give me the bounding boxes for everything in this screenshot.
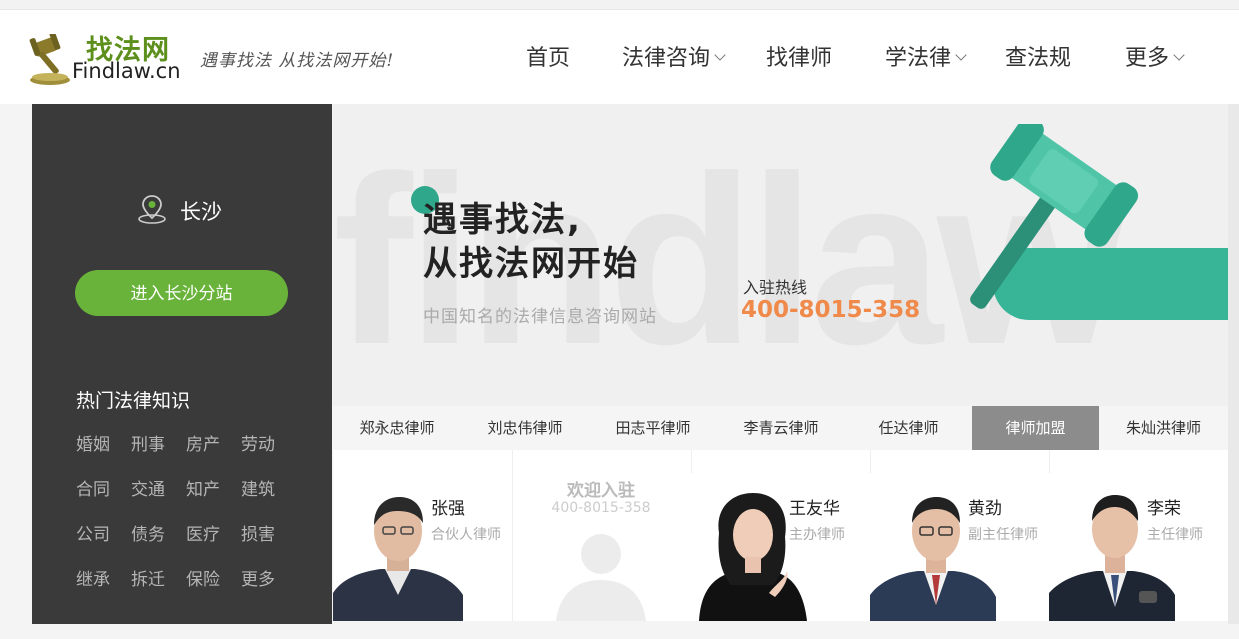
lawyer-card[interactable]: 王友华 主办律师 bbox=[691, 450, 871, 621]
tab-lawyer[interactable]: 郑永忠律师 bbox=[333, 406, 461, 450]
enter-city-site-button[interactable]: 进入长沙分站 bbox=[75, 270, 288, 316]
topic-link[interactable]: 医疗 bbox=[186, 520, 220, 545]
nav-label: 学法律 bbox=[885, 46, 952, 71]
topic-link[interactable]: 拆迁 bbox=[131, 565, 165, 590]
topic-more-link[interactable]: 更多 bbox=[241, 565, 275, 590]
lawyer-role: 合伙人律师 bbox=[431, 527, 501, 543]
hotline-number: 400-8015-358 bbox=[741, 297, 921, 323]
tab-lawyer[interactable]: 田志平律师 bbox=[589, 406, 717, 450]
topic-link[interactable]: 保险 bbox=[186, 565, 220, 590]
lawyer-name: 李荣 bbox=[1147, 499, 1181, 519]
logo-english-text: Findlaw.cn bbox=[72, 59, 181, 83]
nav-find-lawyer[interactable]: 找律师 bbox=[766, 40, 832, 72]
site-header: 找法网 Findlaw.cn 遇事找法 从找法网开始! 首页 法律咨询 找律师 … bbox=[0, 10, 1239, 104]
topic-link[interactable]: 交通 bbox=[131, 475, 165, 500]
banner-headline-1: 遇事找法, bbox=[423, 200, 582, 240]
tab-lawyer[interactable]: 李青云律师 bbox=[717, 406, 845, 450]
welcome-join-card[interactable]: 欢迎入驻 400-8015-358 bbox=[512, 450, 692, 621]
hot-topics-title: 热门法律知识 bbox=[76, 390, 191, 412]
nav-label: 更多 bbox=[1125, 46, 1170, 71]
chevron-down-icon bbox=[714, 49, 726, 61]
banner-headline-2: 从找法网开始 bbox=[423, 244, 639, 284]
site-logo[interactable]: 找法网 Findlaw.cn bbox=[28, 28, 188, 94]
lawyer-cards: 张强 合伙人律师 欢迎入驻 400-8015-358 王友华 主办律师 黄劲 副… bbox=[333, 450, 1228, 621]
topic-link[interactable]: 损害 bbox=[241, 520, 275, 545]
lawyer-card[interactable]: 黄劲 副主任律师 bbox=[870, 450, 1050, 621]
nav-more[interactable]: 更多 bbox=[1125, 40, 1185, 72]
lawyer-card[interactable]: 张强 合伙人律师 bbox=[333, 450, 513, 621]
topic-link[interactable]: 婚姻 bbox=[76, 430, 110, 455]
nav-label: 查法规 bbox=[1005, 46, 1072, 71]
tab-lawyer[interactable]: 朱灿洪律师 bbox=[1099, 406, 1228, 450]
topic-link[interactable]: 劳动 bbox=[241, 430, 275, 455]
placeholder-person-icon bbox=[556, 534, 646, 621]
tab-join-lawyer[interactable]: 律师加盟 bbox=[972, 406, 1099, 450]
welcome-phone: 400-8015-358 bbox=[551, 500, 651, 516]
tab-lawyer[interactable]: 刘忠伟律师 bbox=[461, 406, 589, 450]
topic-link[interactable]: 刑事 bbox=[131, 430, 165, 455]
nav-label: 首页 bbox=[526, 46, 571, 71]
city-sidebar: 长沙 进入长沙分站 热门法律知识 婚姻 刑事 房产 劳动 合同 交通 知产 建筑… bbox=[32, 104, 332, 624]
bottom-strip bbox=[0, 624, 1239, 639]
chevron-down-icon bbox=[955, 49, 967, 61]
tab-lawyer[interactable]: 任达律师 bbox=[845, 406, 972, 450]
topic-link[interactable]: 公司 bbox=[76, 520, 110, 545]
header-slogan: 遇事找法 从找法网开始! bbox=[200, 51, 395, 71]
hotline-label: 入驻热线 bbox=[743, 278, 808, 297]
topic-link[interactable]: 债务 bbox=[131, 520, 165, 545]
lawyer-tabs: 郑永忠律师 刘忠伟律师 田志平律师 李青云律师 任达律师 律师加盟 朱灿洪律师 bbox=[333, 406, 1228, 450]
top-strip bbox=[0, 0, 1239, 10]
nav-legal-consult[interactable]: 法律咨询 bbox=[622, 40, 726, 72]
location-pin-icon bbox=[138, 195, 166, 224]
topic-link[interactable]: 继承 bbox=[76, 565, 110, 590]
topic-link[interactable]: 房产 bbox=[186, 430, 220, 455]
lawyer-card[interactable]: 李荣 主任律师 bbox=[1049, 450, 1228, 621]
lawyer-name: 黄劲 bbox=[968, 499, 1002, 519]
hero-banner[interactable]: findlaw 遇事找法, 从找法网开始 中国知名的法律信息咨询网站 入驻热线 … bbox=[333, 104, 1228, 406]
welcome-title: 欢迎入驻 bbox=[567, 481, 635, 501]
nav-learn-law[interactable]: 学法律 bbox=[885, 40, 967, 72]
lawyer-role: 主任律师 bbox=[1147, 527, 1203, 543]
lawyer-name: 张强 bbox=[431, 499, 465, 519]
nav-home[interactable]: 首页 bbox=[526, 40, 570, 72]
chevron-down-icon bbox=[1173, 49, 1185, 61]
right-edge-strip bbox=[1228, 104, 1239, 624]
nav-label: 找律师 bbox=[766, 46, 833, 71]
gavel-illustration-icon bbox=[970, 124, 1139, 309]
city-name: 长沙 bbox=[180, 200, 222, 224]
lawyer-name: 王友华 bbox=[789, 499, 840, 519]
nav-label: 法律咨询 bbox=[622, 46, 711, 71]
topic-link[interactable]: 知产 bbox=[186, 475, 220, 500]
banner-subtitle: 中国知名的法律信息咨询网站 bbox=[423, 307, 657, 327]
lawyer-role: 副主任律师 bbox=[968, 527, 1038, 543]
nav-search-regulations[interactable]: 查法规 bbox=[1005, 40, 1071, 72]
topic-link[interactable]: 建筑 bbox=[241, 475, 275, 500]
lawyer-role: 主办律师 bbox=[789, 527, 845, 543]
topic-link[interactable]: 合同 bbox=[76, 475, 110, 500]
